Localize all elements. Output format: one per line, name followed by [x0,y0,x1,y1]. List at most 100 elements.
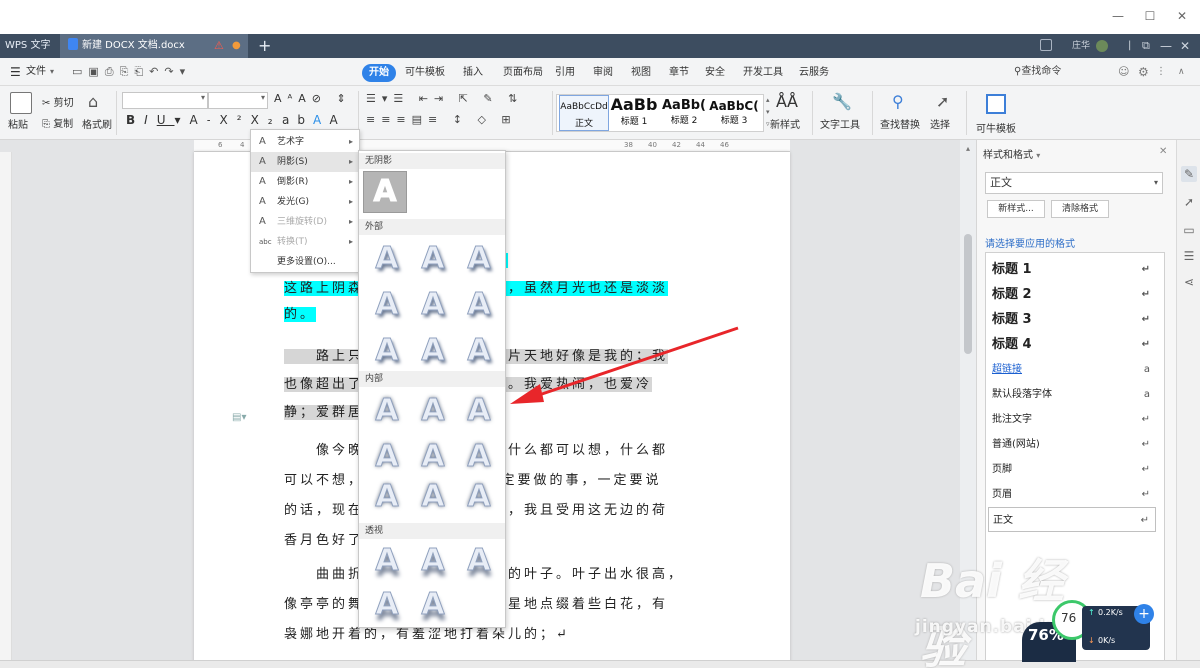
inner-shadow-option-7[interactable]: A [415,479,451,515]
inner-shadow-option-6[interactable]: A [369,479,405,515]
tab-9[interactable]: 开发工具 [736,64,790,82]
tab-0[interactable]: 开始 [362,64,396,82]
avatar[interactable] [1096,40,1108,52]
style-item-4[interactable]: 超链接 a [988,357,1156,382]
pointer-icon[interactable]: ➚ [1181,194,1197,210]
network-speed-widget[interactable]: 76% 76 ↑ 0.2K/s ↓ 0K/s + [1022,600,1156,662]
tab-minimize-icon[interactable]: — [1160,34,1172,58]
quick-access-icons[interactable]: ▭▣⎙⎘⎗↶↷▾ [72,63,191,81]
style-item-1[interactable]: 标题 2 ↵ [988,282,1156,307]
style-item-7[interactable]: 普通(网站) ↵ [988,432,1156,457]
share-icon[interactable]: ⋖ [1181,274,1197,290]
collapse-ribbon-icon[interactable]: ∧ [1178,63,1185,81]
perspective-shadow-option-4[interactable]: A [415,587,451,623]
outer-shadow-option-4[interactable]: A [415,287,451,323]
inner-shadow-option-2[interactable]: A [461,393,497,429]
tab-8[interactable]: 安全 [698,64,732,82]
style-normal[interactable]: AaBbCcDd 正文 [559,95,609,131]
tab-4[interactable]: 引用 [548,64,582,82]
perspective-shadow-option-0[interactable]: A [369,543,405,579]
style-item-0[interactable]: 标题 1 ↵ [988,257,1156,282]
effects-item-1[interactable]: A 阴影(S) ▸ [251,152,359,172]
tab-close-icon[interactable]: ✕ [1180,34,1190,58]
scroll-thumb[interactable] [964,234,972,354]
tab-2[interactable]: 插入 [456,64,490,82]
cursor-icon[interactable]: ➚ [936,92,949,111]
close-button[interactable]: ✕ [1172,6,1192,26]
scroll-up-icon[interactable]: ▴ [962,144,974,154]
effects-item-0[interactable]: A 艺术字 ▸ [251,132,359,152]
style-heading-3[interactable]: AaBbC(标题 3 [709,95,759,131]
perspective-shadow-option-3[interactable]: A [369,587,405,623]
inner-shadow-option-8[interactable]: A [461,479,497,515]
no-shadow-option[interactable]: A [363,171,407,213]
style-item-2[interactable]: 标题 3 ↵ [988,307,1156,332]
style-item-9[interactable]: 页眉 ↵ [988,482,1156,507]
outer-shadow-option-0[interactable]: A [369,241,405,277]
text-tools-button[interactable]: 文字工具 [820,116,860,131]
more-icon[interactable]: ⋮ [1156,63,1166,81]
format-painter-button[interactable]: 格式刷 [82,116,112,131]
paste-button[interactable]: 粘贴 [8,116,28,131]
style-item-8[interactable]: 页脚 ↵ [988,457,1156,482]
style-item-10[interactable]: 正文 ↵ [988,507,1156,532]
pen-icon[interactable]: ✎ [1181,166,1197,182]
inner-shadow-option-5[interactable]: A [461,439,497,475]
wrench-icon[interactable]: 🔧 [832,92,852,111]
style-item-6[interactable]: 批注文字 ↵ [988,407,1156,432]
paragraph-align-tools[interactable]: ≡≡≡▤≡ ↕ ◇ ⊞ [366,113,517,126]
format-painter-icon[interactable]: ⌂ [88,92,98,111]
panel-close-icon[interactable]: ✕ [1159,146,1167,157]
outer-shadow-option-3[interactable]: A [369,287,405,323]
file-menu[interactable]: 文件 [26,63,46,81]
sliders-icon[interactable]: ☰ [1181,248,1197,264]
style-heading-2[interactable]: AaBb(标题 2 [659,95,709,131]
outer-shadow-option-2[interactable]: A [461,241,497,277]
paste-icon[interactable] [10,92,32,114]
font-name-combo[interactable]: ▾ [122,92,208,109]
outer-shadow-option-6[interactable]: A [369,333,405,369]
clear-format-button[interactable]: 清除格式 [1051,200,1109,218]
new-style-icon[interactable]: ÅÅ [776,92,798,111]
box-icon[interactable]: ▭ [1181,222,1197,238]
tab-7[interactable]: 章节 [662,64,696,82]
chevron-down-icon[interactable]: ▾ [50,63,54,81]
outer-shadow-option-8[interactable]: A [461,333,497,369]
find-replace-button[interactable]: 查找替换 [880,116,920,131]
add-icon[interactable]: + [1134,604,1154,624]
maximize-button[interactable]: ☐ [1140,6,1160,26]
inner-shadow-option-1[interactable]: A [415,393,451,429]
font-color-tools[interactable]: abAA [282,113,346,127]
new-tab-icon[interactable]: + [258,34,271,58]
app-tab[interactable]: WPS 文字 [0,34,60,58]
outer-shadow-option-7[interactable]: A [415,333,451,369]
current-style-select[interactable]: 正文 ▾ [985,172,1163,194]
new-style-button[interactable]: 新样式 [770,116,800,131]
search-command[interactable]: ⚲查找命令 [1014,63,1061,81]
user-name[interactable]: 庄华 [1072,34,1090,58]
copy-button[interactable]: ⎘ 复制 [42,115,73,130]
outer-shadow-option-5[interactable]: A [461,287,497,323]
minimize-button[interactable]: — [1108,6,1128,26]
inner-shadow-option-0[interactable]: A [369,393,405,429]
gear-icon[interactable]: ⚙ [1138,63,1149,81]
style-item-3[interactable]: 标题 4 ↵ [988,332,1156,357]
magnifier-icon[interactable]: ⚲ [892,92,904,111]
effects-item-6[interactable]: 更多设置(O)... [251,252,359,272]
perspective-shadow-option-2[interactable]: A [461,543,497,579]
hamburger-icon[interactable]: ☰ [10,63,21,81]
select-button[interactable]: 选择 [930,116,950,131]
tab-10[interactable]: 云服务 [792,64,836,82]
chat-icon[interactable]: ☺ [1118,63,1129,81]
paragraph-handle-icon[interactable]: ▤▾ [232,412,246,424]
template-icon[interactable] [986,94,1006,114]
new-style-panel-button[interactable]: 新样式... [987,200,1045,218]
effects-item-3[interactable]: A 发光(G) ▸ [251,192,359,212]
inner-shadow-option-4[interactable]: A [415,439,451,475]
paragraph-list-tools[interactable]: ☰▾☰ ⇤⇥ ⇱ ✎ ⇅ [366,92,523,105]
screen-icon[interactable] [1040,39,1052,51]
cut-button[interactable]: ✂ 剪切 [42,94,74,109]
template-button[interactable]: 可牛模板 [976,120,1016,135]
restore-window-icon[interactable]: ⧉ [1142,34,1150,58]
perspective-shadow-option-1[interactable]: A [415,543,451,579]
